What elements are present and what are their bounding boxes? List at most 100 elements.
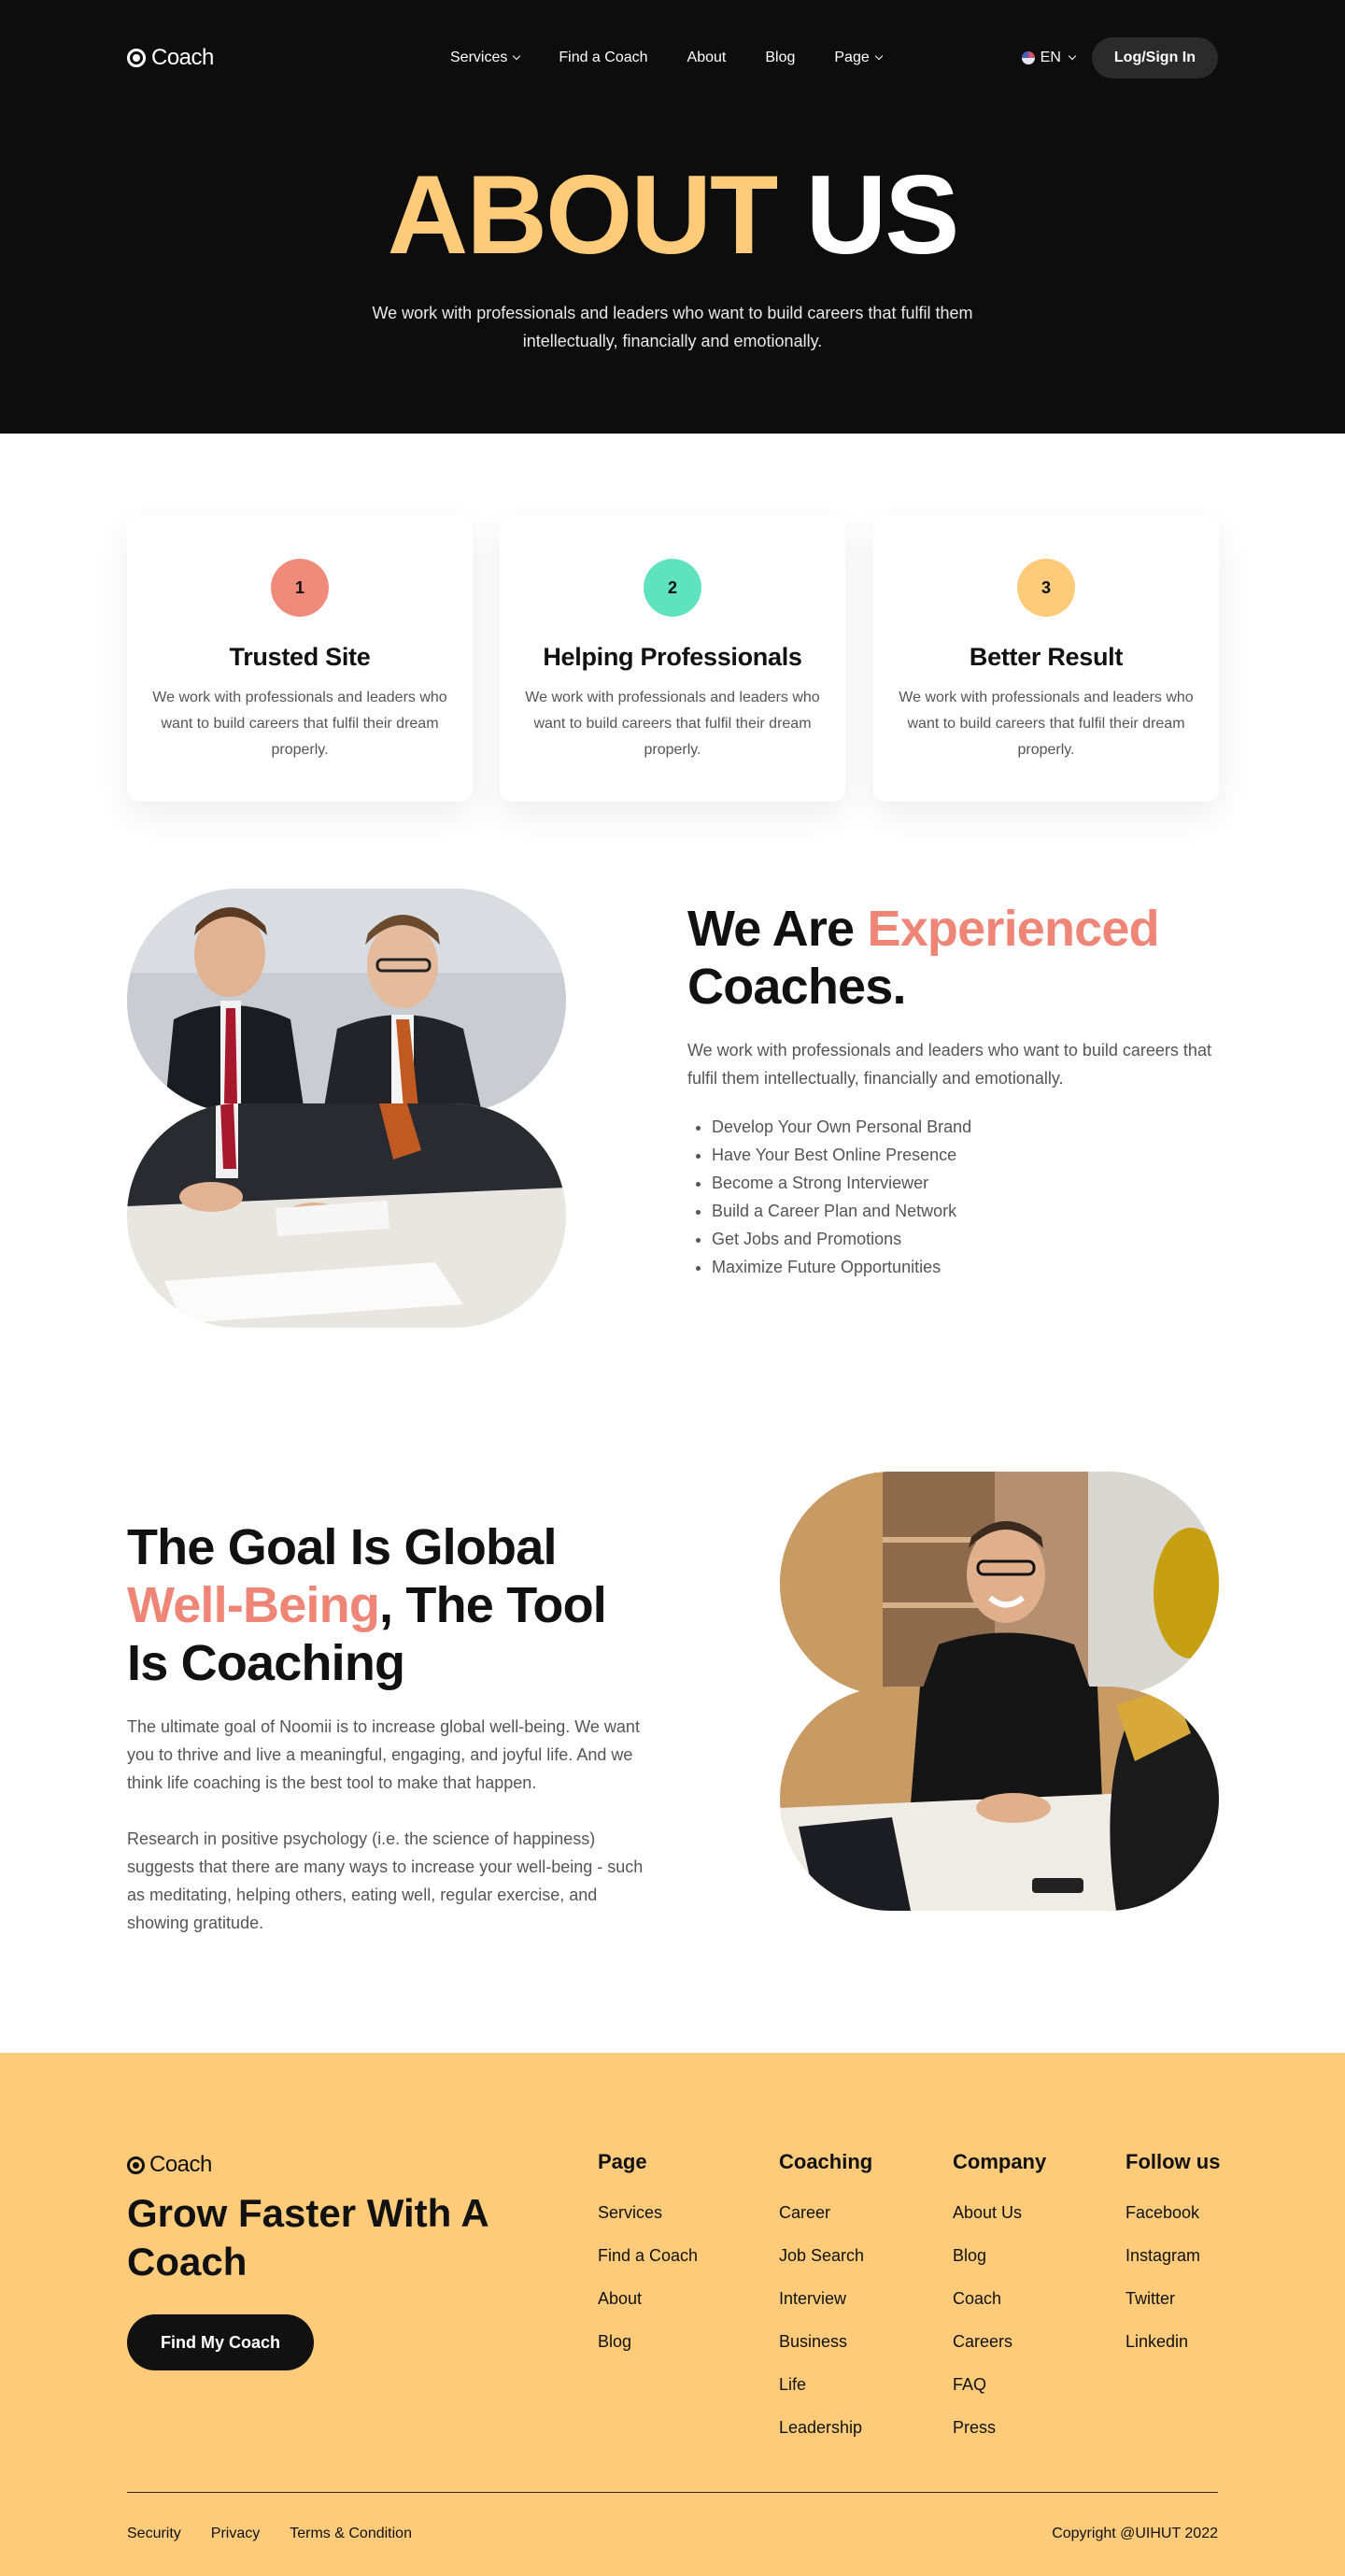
footer-link[interactable]: Coach: [953, 2277, 1046, 2320]
list-item: Develop Your Own Personal Brand: [712, 1113, 1220, 1141]
feature-card: 3 Better Result We work with professiona…: [873, 516, 1219, 802]
footer-column-coaching: Coaching Career Job Search Interview Bus…: [779, 2150, 872, 2449]
feature-text: We work with professionals and leaders w…: [525, 690, 820, 758]
meeting-table-image: [127, 1103, 566, 1328]
nav-item-about[interactable]: About: [687, 50, 727, 66]
footer-link[interactable]: Instagram: [1126, 2234, 1220, 2277]
footer-link[interactable]: Job Search: [779, 2234, 872, 2277]
footer-logo[interactable]: Coach: [127, 2152, 212, 2178]
footer-link[interactable]: About: [598, 2277, 698, 2320]
title-rest: US: [805, 152, 960, 278]
footer-link[interactable]: Business: [779, 2320, 872, 2363]
hero-section: Coach Services Find a Coach About Blog P…: [0, 0, 1345, 434]
legal-link-security[interactable]: Security: [127, 2526, 181, 2542]
chevron-down-icon: [874, 51, 883, 61]
footer-link[interactable]: Linkedin: [1126, 2320, 1220, 2363]
goal-content: The Goal Is Global Well-Being, The Tool I…: [127, 1518, 650, 1937]
list-item: Get Jobs and Promotions: [712, 1225, 1220, 1253]
language-selector[interactable]: EN: [1021, 50, 1077, 66]
page-title: ABOUT US: [0, 159, 1345, 271]
business-meeting-image: [127, 889, 566, 1113]
legal-link-terms[interactable]: Terms & Condition: [290, 2526, 412, 2542]
chevron-down-icon: [1068, 51, 1077, 61]
footer-link[interactable]: Twitter: [1126, 2277, 1220, 2320]
experienced-section: We Are Experienced Coaches. We work with …: [0, 868, 1345, 1460]
footer-link[interactable]: Press: [953, 2406, 1046, 2449]
heading-accent: Well-Being: [127, 1577, 380, 1633]
goal-section: The Goal Is Global Well-Being, The Tool I…: [0, 1460, 1345, 2053]
feature-text: We work with professionals and leaders w…: [899, 690, 1194, 758]
hero-subtitle-text: We work with professionals and leaders w…: [372, 304, 973, 350]
step-badge: 3: [1017, 559, 1075, 617]
footer-column-title: Coaching: [779, 2150, 873, 2173]
footer-link[interactable]: Services: [598, 2191, 698, 2234]
footer-column-title: Follow us: [1126, 2150, 1221, 2173]
photo-top-half: [780, 1472, 1219, 1696]
nav-item-label: Page: [834, 50, 870, 65]
list-item: Have Your Best Online Presence: [712, 1141, 1220, 1169]
us-flag-icon: [1021, 51, 1035, 64]
footer-link[interactable]: Find a Coach: [598, 2234, 698, 2277]
step-badge: 2: [644, 559, 701, 617]
nav-item-blog[interactable]: Blog: [765, 50, 795, 66]
footer: Coach Grow Faster With A Coach Find My C…: [0, 2053, 1345, 2576]
nav-item-page[interactable]: Page: [834, 50, 883, 66]
nav-item-find-a-coach[interactable]: Find a Coach: [559, 50, 647, 66]
brand-name: Coach: [151, 45, 214, 70]
features-section: 1 Trusted Site We work with professional…: [0, 434, 1345, 868]
login-button[interactable]: Log/Sign In: [1091, 37, 1218, 78]
heading-suffix: Coaches.: [687, 959, 907, 1015]
photo-bottom-half: [780, 1686, 1219, 1911]
footer-link[interactable]: FAQ: [953, 2363, 1046, 2406]
footer-column-social: Follow us Facebook Instagram Twitter Lin…: [1126, 2150, 1220, 2363]
feature-title: Better Result: [969, 643, 1124, 671]
footer-link[interactable]: Blog: [953, 2234, 1046, 2277]
footer-tagline: Grow Faster With A Coach: [127, 2191, 488, 2284]
title-highlight: ABOUT: [387, 152, 779, 278]
feature-text: We work with professionals and leaders w…: [152, 690, 447, 758]
feature-title: Helping Professionals: [543, 643, 802, 671]
footer-link[interactable]: Interview: [779, 2277, 872, 2320]
footer-link[interactable]: Careers: [953, 2320, 1046, 2363]
footer-column-company: Company About Us Blog Coach Careers FAQ …: [953, 2150, 1046, 2449]
logo-ring-icon: [127, 2156, 145, 2174]
language-label: EN: [1040, 50, 1061, 65]
chevron-down-icon: [513, 51, 521, 61]
footer-link[interactable]: Life: [779, 2363, 872, 2406]
legal-links: Security Privacy Terms & Condition: [127, 2526, 412, 2542]
heading-accent: Experienced: [867, 901, 1159, 957]
feature-card: 1 Trusted Site We work with professional…: [127, 516, 473, 802]
footer-divider: [127, 2492, 1218, 2493]
top-nav: Coach Services Find a Coach About Blog P…: [127, 37, 1218, 78]
coach-photo: [780, 1472, 1219, 1911]
goal-heading: The Goal Is Global Well-Being, The Tool I…: [127, 1518, 650, 1692]
logo-ring-icon: [127, 49, 146, 67]
legal-link-privacy[interactable]: Privacy: [211, 2526, 260, 2542]
footer-link[interactable]: About Us: [953, 2191, 1046, 2234]
list-item: Become a Strong Interviewer: [712, 1169, 1220, 1197]
nav-item-label: Services: [450, 50, 508, 65]
nav-right: EN Log/Sign In: [1021, 37, 1218, 78]
footer-link[interactable]: Facebook: [1126, 2191, 1220, 2234]
experienced-content: We Are Experienced Coaches. We work with …: [687, 900, 1220, 1281]
feature-title: Trusted Site: [229, 643, 371, 671]
brand-logo[interactable]: Coach: [127, 45, 214, 71]
footer-link[interactable]: Leadership: [779, 2406, 872, 2449]
nav-links: Services Find a Coach About Blog Page: [450, 50, 883, 66]
footer-column-title: Company: [953, 2150, 1047, 2173]
smiling-coach-image: [780, 1472, 1219, 1696]
feature-card: 2 Helping Professionals We work with pro…: [500, 516, 845, 802]
laptop-table-image: [780, 1686, 1219, 1911]
goal-paragraph-2: Research in positive psychology (i.e. th…: [127, 1829, 644, 1932]
nav-item-services[interactable]: Services: [450, 50, 521, 66]
footer-link[interactable]: Blog: [598, 2320, 698, 2363]
step-badge: 1: [271, 559, 329, 617]
find-my-coach-button[interactable]: Find My Coach: [127, 2314, 315, 2370]
list-item: Maximize Future Opportunities: [712, 1253, 1220, 1281]
heading-prefix: The Goal Is Global: [127, 1519, 557, 1575]
footer-brand-name: Coach: [149, 2152, 212, 2177]
copyright-text: Copyright @UIHUT 2022: [1052, 2526, 1218, 2541]
footer-bottom-bar: Security Privacy Terms & Condition Copyr…: [127, 2526, 1218, 2542]
benefits-list: Develop Your Own Personal Brand Have You…: [687, 1113, 1220, 1281]
footer-link[interactable]: Career: [779, 2191, 872, 2234]
